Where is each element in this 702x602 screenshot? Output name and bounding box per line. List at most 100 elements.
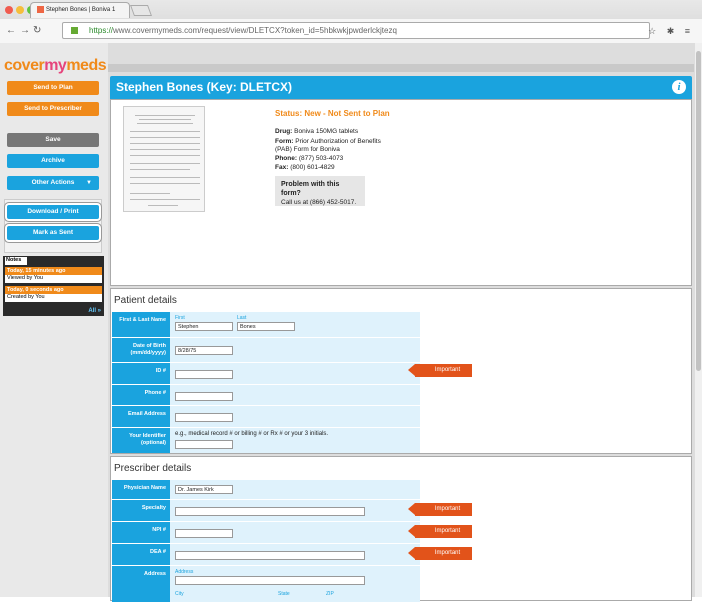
- send-to-prescriber-button[interactable]: Send to Prescriber: [7, 102, 99, 116]
- forward-arrow-icon[interactable]: →: [20, 25, 30, 36]
- id-input[interactable]: [175, 370, 233, 379]
- dea-label: DEA #: [112, 544, 170, 565]
- important-id-flag[interactable]: Important: [408, 364, 472, 377]
- form-info: Form: Prior Authorization of Benefits (P…: [275, 138, 385, 154]
- id-row: ID #: [112, 363, 420, 385]
- problem-title: Problem with this form?: [281, 181, 340, 197]
- fax-label: Fax:: [275, 164, 289, 171]
- patient-form: First & Last Name First Last Stephen Bon…: [112, 312, 420, 453]
- back-arrow-icon[interactable]: ←: [6, 25, 16, 36]
- physician-row: Physician Name Dr. James Kirk: [112, 480, 420, 500]
- last-name-input[interactable]: Bones: [237, 322, 295, 331]
- important-dea-flag[interactable]: Important: [408, 547, 472, 560]
- identifier-hint: e.g., medical record # or billing # or R…: [175, 431, 329, 437]
- dea-row: DEA #: [112, 544, 420, 566]
- browser-toolbar: ← → ↻ https://www.covermymeds.com/reques…: [0, 19, 702, 43]
- identifier-row: Your Identifier (optional) e.g., medical…: [112, 428, 420, 453]
- covermymeds-logo[interactable]: covermymeds: [4, 57, 107, 75]
- save-button[interactable]: Save: [7, 133, 99, 147]
- patient-name-row: First & Last Name First Last Stephen Bon…: [112, 312, 420, 338]
- notes-all-link[interactable]: All »: [88, 308, 101, 314]
- notes-title: Notes: [5, 257, 27, 265]
- phone-value: (877) 503-4073: [298, 155, 344, 162]
- first-caption: First: [175, 315, 185, 321]
- identifier-input[interactable]: [175, 440, 233, 449]
- identifier-label: Your Identifier (optional): [112, 428, 170, 453]
- url-text: www.covermymeds.com/request/view/DLETCX?…: [113, 26, 397, 35]
- request-summary: Status: New - Not Sent to Plan Drug: Bon…: [110, 99, 692, 286]
- reload-icon[interactable]: ↻: [33, 25, 41, 36]
- specialty-label: Specialty: [112, 500, 170, 521]
- note-item: Today, 15 minutes ago Viewed by You: [5, 267, 102, 283]
- problem-help-box: Problem with this form? Call us at (866)…: [275, 176, 365, 206]
- note-text: Created by You: [5, 294, 102, 302]
- note-text: Viewed by You: [5, 275, 102, 283]
- address-input[interactable]: [175, 576, 365, 585]
- drug-label: Drug:: [275, 128, 293, 135]
- mark-as-sent-button[interactable]: Mark as Sent: [7, 226, 99, 240]
- prescriber-details-section: Prescriber details Physician Name Dr. Ja…: [110, 456, 692, 602]
- phone-input[interactable]: [175, 392, 233, 401]
- email-row: Email Address: [112, 406, 420, 428]
- note-time: Today, 15 minutes ago: [5, 267, 102, 275]
- browser-menu-icons[interactable]: ☆ ✱ ≡: [648, 26, 694, 37]
- logo-meds: meds: [66, 57, 107, 74]
- browser-tab[interactable]: Stephen Bones | Boniva 1: [30, 2, 130, 18]
- npi-input[interactable]: [175, 529, 233, 538]
- send-to-plan-button[interactable]: Send to Plan: [7, 81, 99, 95]
- header-strip: [108, 64, 694, 72]
- physician-input[interactable]: Dr. James Kirk: [175, 485, 233, 494]
- dob-input[interactable]: 8/28/75: [175, 346, 233, 355]
- address-caption: Address: [175, 569, 194, 575]
- prescriber-form: Physician Name Dr. James Kirk Specialty …: [112, 480, 420, 602]
- notes-panel: Notes Today, 15 minutes ago Viewed by Yo…: [3, 256, 104, 316]
- info-icon[interactable]: i: [672, 80, 686, 94]
- sidebar: covermymeds Send to Plan Send to Prescri…: [0, 43, 108, 597]
- logo-cover: cover: [4, 57, 45, 74]
- first-name-input[interactable]: Stephen: [175, 322, 233, 331]
- other-actions-label: Other Actions: [31, 179, 75, 186]
- phone-label: Phone:: [275, 155, 298, 162]
- favicon-icon: [37, 6, 44, 13]
- chevron-down-icon: ▼: [86, 180, 92, 186]
- page-scrollbar[interactable]: [694, 43, 702, 597]
- email-label: Email Address: [112, 406, 170, 427]
- note-item: Today, 0 seconds ago Created by You: [5, 286, 102, 302]
- main-content: Stephen Bones (Key: DLETCX) i Status: Ne…: [108, 43, 694, 602]
- logo-my: my: [44, 57, 67, 74]
- download-print-button[interactable]: Download / Print: [7, 205, 99, 219]
- archive-button[interactable]: Archive: [7, 154, 99, 168]
- dea-input[interactable]: [175, 551, 365, 560]
- browser-chrome: Stephen Bones | Boniva 1 ← → ↻ https://w…: [0, 0, 702, 43]
- address-bar[interactable]: https://www.covermymeds.com/request/view…: [62, 22, 650, 39]
- phone-label: Phone #: [112, 385, 170, 405]
- request-status: Status: New - Not Sent to Plan: [275, 109, 390, 118]
- phone-row: Phone #: [112, 385, 420, 406]
- scrollbar-thumb[interactable]: [696, 51, 701, 371]
- last-caption: Last: [237, 315, 247, 321]
- new-tab-button[interactable]: [129, 5, 153, 16]
- email-input[interactable]: [175, 413, 233, 422]
- note-time: Today, 0 seconds ago: [5, 286, 102, 294]
- dob-label: Date of Birth (mm/dd/yyyy): [112, 338, 170, 362]
- minimize-window-icon[interactable]: [16, 6, 24, 14]
- request-title-bar: Stephen Bones (Key: DLETCX) i: [110, 76, 692, 99]
- page-title: Stephen Bones (Key: DLETCX): [116, 80, 293, 94]
- form-thumbnail[interactable]: [123, 106, 205, 212]
- physician-label: Physician Name: [112, 480, 170, 499]
- close-window-icon[interactable]: [5, 6, 13, 14]
- important-specialty-flag[interactable]: Important: [408, 503, 472, 516]
- specialty-input[interactable]: [175, 507, 365, 516]
- other-actions-button[interactable]: Other Actions ▼: [7, 176, 99, 190]
- fax-value: (800) 601-4829: [290, 164, 335, 171]
- dob-row: Date of Birth (mm/dd/yyyy) 8/28/75: [112, 338, 420, 363]
- zip-caption: ZIP: [326, 591, 334, 597]
- drug-info: Drug: Boniva 150MG tablets: [275, 128, 358, 136]
- drug-value: Boniva 150MG tablets: [294, 128, 359, 135]
- prescriber-heading: Prescriber details: [114, 463, 192, 474]
- tab-title: Stephen Bones | Boniva 1: [46, 7, 116, 14]
- important-npi-flag[interactable]: Important: [408, 525, 472, 538]
- lock-icon: [71, 27, 78, 34]
- npi-row: NPI #: [112, 522, 420, 544]
- patient-details-section: Patient details First & Last Name First …: [110, 288, 692, 454]
